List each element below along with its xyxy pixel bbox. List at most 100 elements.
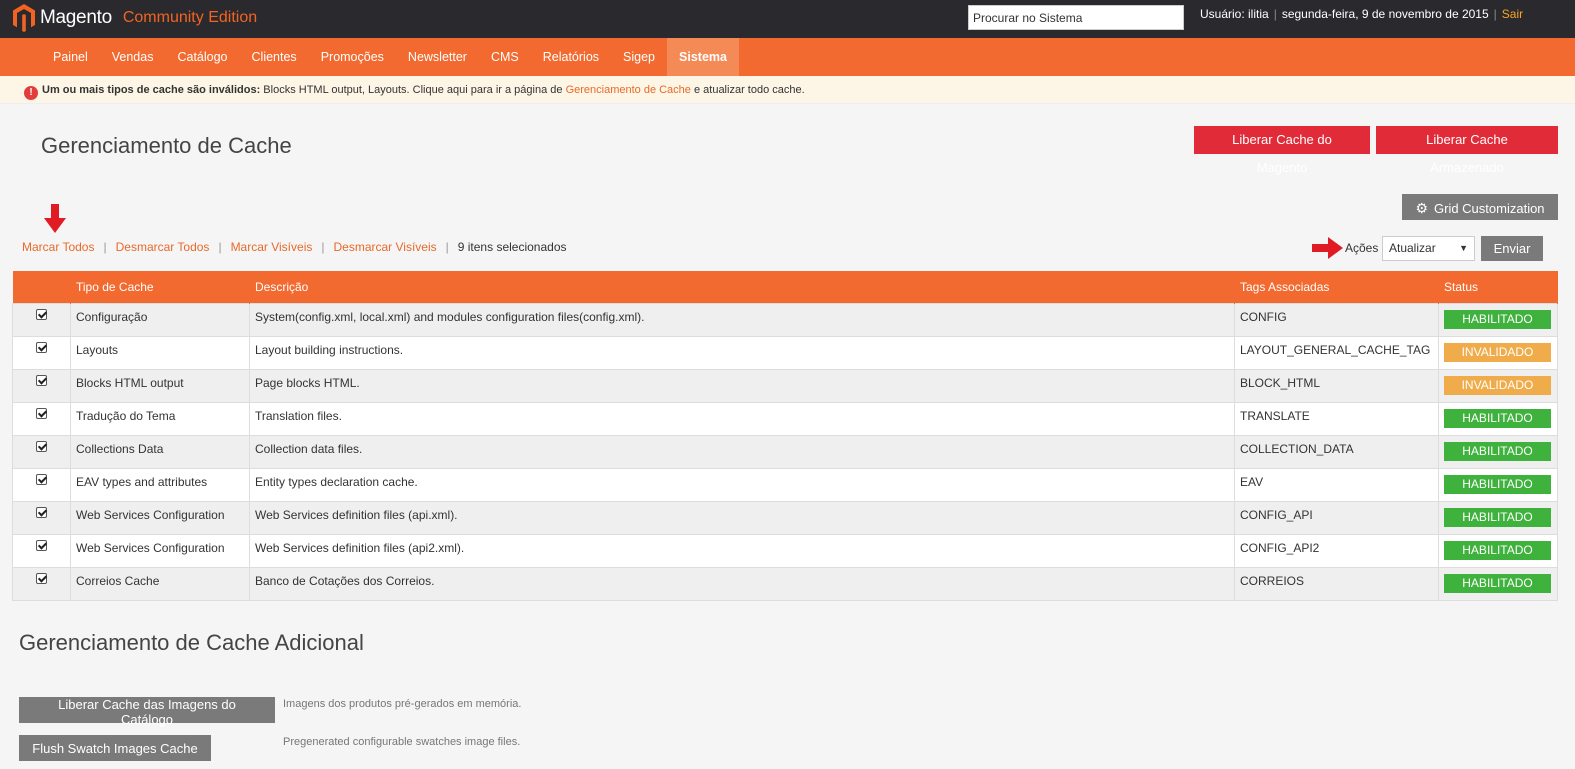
cache-tags: BLOCK_HTML (1234, 368, 1439, 403)
status-badge: HABILITADO (1444, 507, 1551, 527)
status-cell: HABILITADO (1438, 401, 1558, 436)
current-date: segunda-feira, 9 de novembro de 2015 (1281, 7, 1489, 21)
status-badge: HABILITADO (1444, 441, 1551, 461)
flush-cache-storage-button[interactable]: Liberar Cache Armazenado (1376, 126, 1558, 175)
status-badge: INVALIDADO (1444, 375, 1551, 395)
cache-type: Web Services Configuration (70, 533, 250, 568)
notice-cache-management-link[interactable]: Gerenciamento de Cache (566, 84, 691, 96)
cache-tags: CONFIG_API2 (1234, 533, 1439, 568)
swatch-images-description: Pregenerated configurable swatches image… (283, 736, 521, 748)
nav-item-sistema[interactable]: Sistema (667, 38, 739, 76)
unselect-visible-link[interactable]: Desmarcar Visíveis (333, 240, 436, 254)
unselect-all-link[interactable]: Desmarcar Todos (116, 240, 210, 254)
nav-item-relatorios[interactable]: Relatórios (531, 38, 611, 76)
table-row[interactable]: Blocks HTML output Page blocks HTML. BLO… (12, 368, 1558, 403)
table-row[interactable]: Collections Data Collection data files. … (12, 434, 1558, 469)
table-row[interactable]: Tradução do Tema Translation files. TRAN… (12, 401, 1558, 436)
column-header-status[interactable]: Status (1438, 271, 1558, 303)
submit-action-button[interactable]: Enviar (1481, 236, 1543, 261)
status-badge: INVALIDADO (1444, 342, 1551, 362)
nav-item-newsletter[interactable]: Newsletter (396, 38, 479, 76)
select-visible-link[interactable]: Marcar Visíveis (231, 240, 313, 254)
table-row[interactable]: Correios Cache Banco de Cotações dos Cor… (12, 566, 1558, 601)
cache-description: Banco de Cotações dos Correios. (249, 566, 1235, 601)
row-checkbox[interactable] (36, 506, 47, 518)
cache-tags: CONFIG (1234, 302, 1439, 337)
row-checkbox[interactable] (36, 308, 47, 320)
magento-logo[interactable]: Magento Community Edition (12, 3, 257, 33)
column-header-description[interactable]: Descrição (249, 271, 1235, 303)
gear-icon: ⚙ (1415, 200, 1428, 216)
row-checkbox[interactable] (36, 539, 47, 551)
actions-select-value: Atualizar (1389, 241, 1436, 255)
notice-text-2: e atualizar todo cache. (690, 84, 805, 96)
cache-type: Collections Data (70, 434, 250, 469)
username: Usuário: ilitia (1200, 7, 1269, 21)
status-cell: INVALIDADO (1438, 335, 1558, 370)
cache-description: Web Services definition files (api.xml). (249, 500, 1235, 535)
nav-item-catalogo[interactable]: Catálogo (165, 38, 239, 76)
status-badge: HABILITADO (1444, 474, 1551, 494)
cache-type: Correios Cache (70, 566, 250, 601)
cache-tags: CORREIOS (1234, 566, 1439, 601)
status-cell: HABILITADO (1438, 467, 1558, 502)
row-checkbox-cell (12, 533, 71, 568)
row-checkbox-cell (12, 302, 71, 337)
flush-magento-cache-button[interactable]: Liberar Cache do Magento (1194, 126, 1370, 175)
cache-type: Tradução do Tema (70, 401, 250, 436)
table-row[interactable]: Configuração System(config.xml, local.xm… (12, 302, 1558, 337)
row-checkbox-cell (12, 434, 71, 469)
select-all-link[interactable]: Marcar Todos (22, 240, 94, 254)
flush-swatch-images-button[interactable]: Flush Swatch Images Cache (19, 735, 211, 761)
cache-tags: EAV (1234, 467, 1439, 502)
selected-count: 9 itens selecionados (457, 240, 567, 254)
status-cell: HABILITADO (1438, 500, 1558, 535)
annotation-arrow-down-icon (44, 204, 66, 233)
row-checkbox-cell (12, 566, 71, 601)
cache-tags: LAYOUT_GENERAL_CACHE_TAG (1234, 335, 1439, 370)
separator: | (1273, 7, 1277, 21)
actions-select[interactable]: Atualizar ▼ (1382, 236, 1475, 261)
row-checkbox-cell (12, 467, 71, 502)
row-checkbox[interactable] (36, 440, 47, 452)
row-checkbox-cell (12, 335, 71, 370)
cache-tags: TRANSLATE (1234, 401, 1439, 436)
row-checkbox-cell (12, 500, 71, 535)
row-checkbox[interactable] (36, 407, 47, 419)
status-cell: HABILITADO (1438, 434, 1558, 469)
row-checkbox[interactable] (36, 473, 47, 485)
separator: | (445, 240, 449, 254)
row-checkbox[interactable] (36, 572, 47, 584)
dropdown-caret-icon: ▼ (1459, 243, 1468, 253)
cache-type: EAV types and attributes (70, 467, 250, 502)
magento-logo-icon (13, 4, 35, 32)
notice-bold: Um ou mais tipos de cache são inválidos: (42, 84, 261, 96)
row-checkbox[interactable] (36, 374, 47, 386)
nav-item-painel[interactable]: Painel (41, 38, 100, 76)
cache-description: Entity types declaration cache. (249, 467, 1235, 502)
global-search-input[interactable] (968, 5, 1184, 30)
status-badge: HABILITADO (1444, 540, 1551, 560)
status-cell: HABILITADO (1438, 566, 1558, 601)
catalog-images-description: Imagens dos produtos pré-gerados em memó… (283, 698, 522, 710)
table-row[interactable]: Web Services Configuration Web Services … (12, 533, 1558, 568)
flush-catalog-images-button[interactable]: Liberar Cache das Imagens do Catálogo (19, 697, 275, 727)
nav-item-vendas[interactable]: Vendas (100, 38, 166, 76)
grid-customization-button[interactable]: ⚙ Grid Customization (1402, 194, 1558, 220)
nav-item-cms[interactable]: CMS (479, 38, 531, 76)
nav-items: Painel Vendas Catálogo Clientes Promoçõe… (41, 38, 739, 76)
column-header-tags[interactable]: Tags Associadas (1234, 271, 1439, 303)
logout-link[interactable]: Sair (1502, 7, 1523, 21)
annotation-arrow-right-icon (1312, 237, 1343, 259)
row-checkbox[interactable] (36, 341, 47, 353)
nav-item-clientes[interactable]: Clientes (240, 38, 309, 76)
nav-item-promocoes[interactable]: Promoções (309, 38, 396, 76)
cache-type: Layouts (70, 335, 250, 370)
nav-item-sigep[interactable]: Sigep (611, 38, 667, 76)
column-header-cache-type[interactable]: Tipo de Cache (70, 271, 250, 303)
top-header: Magento Community Edition Usuário: iliti… (0, 0, 1575, 38)
table-row[interactable]: EAV types and attributes Entity types de… (12, 467, 1558, 502)
cache-grid: Tipo de Cache Descrição Tags Associadas … (12, 271, 1558, 601)
table-row[interactable]: Layouts Layout building instructions. LA… (12, 335, 1558, 370)
table-row[interactable]: Web Services Configuration Web Services … (12, 500, 1558, 535)
